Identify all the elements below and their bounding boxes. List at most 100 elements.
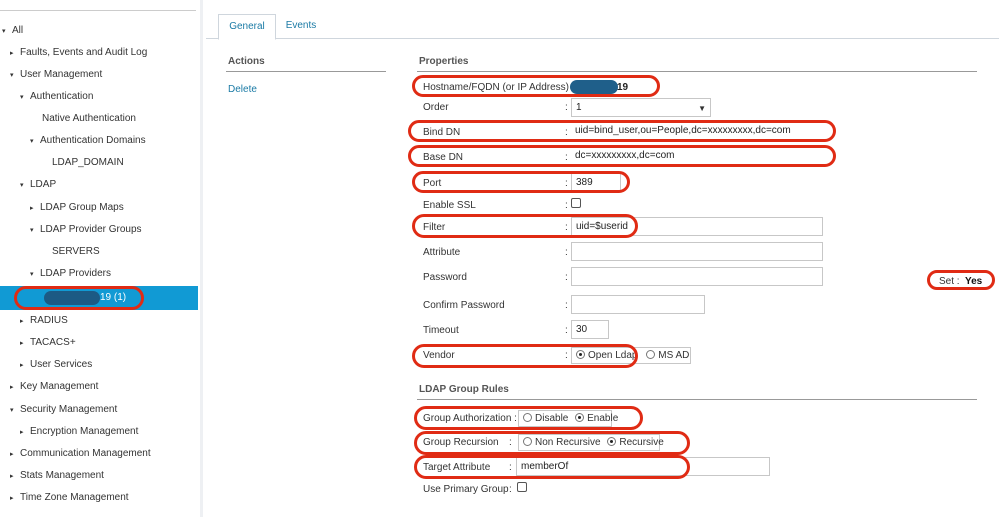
tree-item-label: Authentication Domains (40, 135, 146, 146)
attribute-input[interactable] (571, 242, 823, 261)
expand-triangle-icon[interactable]: ▾ (10, 402, 20, 420)
enable-ssl-colon: : (565, 200, 568, 211)
expand-triangle-icon[interactable]: ▾ (2, 23, 12, 41)
highlight-box-group-recursion (414, 431, 690, 455)
tree-item-label: RADIUS (30, 315, 68, 326)
tree-item-key-management[interactable]: ▸ Key Management (10, 378, 98, 396)
tree-item-ldap[interactable]: ▾ LDAP (20, 176, 56, 194)
order-colon: : (565, 102, 568, 113)
timeout-colon: : (565, 325, 568, 336)
highlight-box-port (412, 171, 630, 193)
highlight-box-hostname (412, 75, 660, 97)
tree-item-label: LDAP (30, 179, 57, 190)
password-input[interactable] (571, 267, 823, 286)
timeout-input[interactable]: 30 (571, 320, 609, 339)
expand-triangle-icon[interactable]: ▾ (30, 266, 40, 284)
confirm-password-input[interactable] (571, 295, 705, 314)
order-select[interactable]: 1 ▼ (571, 98, 711, 117)
expand-triangle-icon[interactable]: ▸ (10, 468, 20, 486)
tree-item-stats-management[interactable]: ▸ Stats Management (10, 467, 104, 485)
use-primary-group-colon: : (509, 484, 512, 495)
expand-triangle-icon[interactable]: ▾ (20, 89, 30, 107)
tree-item-label: Communication Management (20, 448, 151, 459)
tree-item-servers[interactable]: SERVERS (52, 243, 100, 261)
tree-item-ldap-providers[interactable]: ▾ LDAP Providers (30, 265, 111, 283)
tree-item-authentication-domains[interactable]: ▾ Authentication Domains (30, 132, 146, 150)
timeout-label: Timeout (423, 325, 459, 336)
tree-item-label: LDAP Providers (40, 268, 111, 279)
expand-triangle-icon[interactable]: ▾ (10, 67, 20, 85)
highlight-box-bind-dn (408, 120, 836, 142)
expand-triangle-icon[interactable]: ▾ (20, 177, 30, 195)
highlight-box-provider (14, 286, 144, 310)
expand-triangle-icon[interactable]: ▸ (10, 490, 20, 508)
order-value: 1 (576, 102, 582, 113)
highlight-box-group-authorization (414, 406, 643, 430)
tree-item-time-zone-management[interactable]: ▸ Time Zone Management (10, 489, 129, 507)
chevron-down-icon: ▼ (698, 104, 706, 113)
tab-general[interactable]: General (218, 14, 276, 40)
properties-heading: Properties (419, 56, 469, 67)
tree-item-native-authentication[interactable]: Native Authentication (42, 110, 136, 128)
vendor-ms-ad-label: MS AD (658, 350, 690, 361)
tree-item-label: Encryption Management (30, 426, 139, 437)
attribute-colon: : (565, 247, 568, 258)
tree-item-authentication[interactable]: ▾ Authentication (20, 88, 93, 106)
confirm-password-label: Confirm Password (423, 300, 505, 311)
password-label: Password (423, 272, 467, 283)
tree-item-all[interactable]: ▾ All (2, 22, 23, 40)
tree-item-label: Faults, Events and Audit Log (20, 47, 148, 58)
attribute-label: Attribute (423, 247, 461, 258)
sidebar-scrollbar[interactable] (200, 0, 203, 517)
properties-divider (417, 71, 977, 72)
tree-item-ldap-domain[interactable]: LDAP_DOMAIN (52, 154, 124, 172)
sidebar-divider (0, 10, 196, 11)
enable-ssl-checkbox[interactable] (571, 198, 581, 208)
expand-triangle-icon[interactable]: ▸ (20, 335, 30, 353)
highlight-box-password-set (927, 270, 995, 290)
tree-item-user-management[interactable]: ▾ User Management (10, 66, 102, 84)
delete-link[interactable]: Delete (228, 84, 257, 95)
order-label: Order (423, 102, 449, 113)
vendor-ms-ad-radio[interactable] (646, 350, 656, 359)
tree-item-tacacs[interactable]: ▸ TACACS+ (20, 334, 76, 352)
tree-item-faults[interactable]: ▸ Faults, Events and Audit Log (10, 44, 147, 62)
tab-events[interactable]: Events (280, 14, 322, 38)
tree-item-label: Security Management (20, 404, 118, 415)
tree-item-label: LDAP_DOMAIN (52, 157, 124, 168)
tree-item-security-management[interactable]: ▾ Security Management (10, 401, 117, 419)
tree-item-label: Native Authentication (42, 113, 136, 124)
expand-triangle-icon[interactable]: ▸ (10, 45, 20, 63)
use-primary-group-checkbox[interactable] (517, 482, 527, 492)
tree-item-label: Key Management (20, 381, 99, 392)
tree-item-ldap-provider-groups[interactable]: ▾ LDAP Provider Groups (30, 221, 142, 239)
expand-triangle-icon[interactable]: ▸ (20, 313, 30, 331)
enable-ssl-label: Enable SSL (423, 200, 476, 211)
tree-item-ldap-group-maps[interactable]: ▸ LDAP Group Maps (30, 199, 124, 217)
tree-item-radius[interactable]: ▸ RADIUS (20, 312, 68, 330)
actions-divider (226, 71, 386, 72)
expand-triangle-icon[interactable]: ▸ (30, 200, 40, 218)
tree-item-label: All (12, 25, 24, 36)
actions-heading: Actions (228, 56, 265, 67)
expand-triangle-icon[interactable]: ▸ (10, 379, 20, 397)
use-primary-group-label: Use Primary Group (423, 484, 509, 495)
tree-item-label: LDAP Group Maps (40, 202, 124, 213)
expand-triangle-icon[interactable]: ▸ (10, 446, 20, 464)
expand-triangle-icon[interactable]: ▸ (20, 357, 30, 375)
expand-triangle-icon[interactable]: ▾ (30, 222, 40, 240)
tree-item-communication-management[interactable]: ▸ Communication Management (10, 445, 151, 463)
expand-triangle-icon[interactable]: ▸ (20, 424, 30, 442)
password-colon: : (565, 272, 568, 283)
expand-triangle-icon[interactable]: ▾ (30, 133, 40, 151)
tree-item-label: User Services (30, 359, 93, 370)
navigation-tree: ▾ All ▸ Faults, Events and Audit Log ▾ User… (0, 0, 200, 517)
tree-item-label: SERVERS (52, 246, 100, 257)
tree-item-encryption-management[interactable]: ▸ Encryption Management (20, 423, 138, 441)
tree-item-user-services[interactable]: ▸ User Services (20, 356, 92, 374)
tree-item-label: LDAP Provider Groups (40, 224, 142, 235)
group-rules-heading: LDAP Group Rules (419, 384, 509, 395)
group-rules-divider (417, 399, 977, 400)
highlight-box-target-attribute (414, 455, 690, 479)
tree-item-label: User Management (20, 69, 103, 80)
